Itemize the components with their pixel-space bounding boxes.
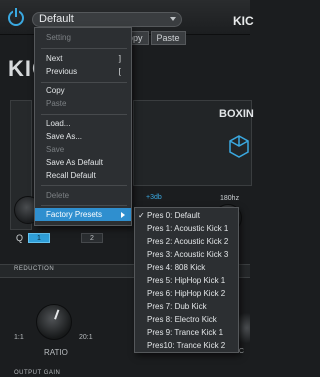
preset-selector[interactable]: Default: [32, 12, 182, 27]
menu-item-label: Setting: [46, 33, 71, 42]
preset-item-label: Pres 1: Acoustic Kick 1: [147, 224, 229, 233]
preset-item-3[interactable]: Pres 3: Acoustic Kick 3: [135, 248, 238, 261]
menu-divider: [41, 114, 127, 115]
menu-item-shortcut: [: [118, 67, 121, 76]
preset-item-5[interactable]: Pres 5: HipHop Kick 1: [135, 274, 238, 287]
preset-item-label: Pres 8: Electro Kick: [147, 315, 217, 324]
menu-item-label: Delete: [46, 191, 70, 200]
ratio-label: RATIO: [44, 348, 68, 357]
cube-icon: [229, 135, 249, 158]
preset-item-label: Pres10: Trance Kick 2: [147, 341, 226, 350]
output-gain-label: OUTPUT GAIN: [14, 370, 61, 376]
ratio-knob[interactable]: [36, 304, 72, 340]
preset-item-9[interactable]: Pres 9: Trance Kick 1: [135, 326, 238, 339]
menu-item-label: Save As...: [46, 132, 83, 141]
preset-item-10[interactable]: Pres10: Trance Kick 2: [135, 339, 238, 352]
checkmark-icon: ✓: [138, 211, 145, 220]
menu-item-label: Recall Default: [46, 171, 96, 180]
menu-item-copy[interactable]: Copy: [35, 84, 131, 97]
preset-item-2[interactable]: Pres 2: Acoustic Kick 2: [135, 235, 238, 248]
menu-item-label: Factory Presets: [46, 210, 103, 219]
menu-item-delete: Delete: [35, 189, 131, 202]
menu-divider: [41, 82, 127, 83]
paste-button[interactable]: Paste: [150, 31, 186, 45]
frequency-label: 180hz: [220, 195, 240, 202]
menu-item-label: Load...: [46, 119, 71, 128]
factory-presets-submenu: ✓ Pres 0: Default Pres 1: Acoustic Kick …: [134, 207, 239, 353]
preset-menu: Setting Next ] Previous [ Copy Paste Loa…: [34, 27, 132, 226]
preset-item-label: Pres 6: HipHop Kick 2: [147, 289, 226, 298]
boxing-label: BOXIN: [219, 108, 254, 120]
ratio-min-label: 1:1: [14, 334, 24, 341]
preset-item-6[interactable]: Pres 6: HipHop Kick 2: [135, 287, 238, 300]
menu-item-label: Paste: [46, 99, 67, 108]
chevron-down-icon: [170, 17, 176, 21]
preset-item-label: Pres 9: Trance Kick 1: [147, 328, 224, 337]
menu-item-factory-presets[interactable]: Factory Presets: [35, 208, 131, 221]
preset-item-label: Pres 5: HipHop Kick 1: [147, 276, 226, 285]
menu-item-next[interactable]: Next ]: [35, 52, 131, 65]
ratio-max-label: 20:1: [79, 334, 93, 341]
preset-item-label: Pres 4: 808 Kick: [147, 263, 206, 272]
menu-divider: [41, 185, 127, 186]
preset-item-7[interactable]: Pres 7: Dub Kick: [135, 300, 238, 313]
preset-item-label: Pres 7: Dub Kick: [147, 302, 207, 311]
menu-divider: [41, 48, 127, 49]
preset-item-8[interactable]: Pres 8: Electro Kick: [135, 313, 238, 326]
preset-item-label: Pres 2: Acoustic Kick 2: [147, 237, 229, 246]
menu-item-paste: Paste: [35, 97, 131, 110]
q-button-1[interactable]: 1: [28, 233, 50, 243]
gain-db-label: +3db: [146, 194, 162, 201]
menu-item-shortcut: ]: [118, 54, 121, 63]
chevron-right-icon: [121, 212, 125, 218]
power-icon[interactable]: [8, 8, 24, 26]
menu-item-load[interactable]: Load...: [35, 117, 131, 130]
menu-item-previous[interactable]: Previous [: [35, 65, 131, 78]
menu-item-setting: Setting: [35, 31, 131, 44]
menu-item-label: Next: [46, 54, 63, 63]
menu-item-save-as[interactable]: Save As...: [35, 130, 131, 143]
menu-item-label: Save: [46, 145, 65, 154]
brand-logo: KIC: [233, 14, 254, 28]
preset-item-0[interactable]: ✓ Pres 0: Default: [135, 209, 238, 222]
menu-item-save-as-default[interactable]: Save As Default: [35, 156, 131, 169]
menu-item-recall-default[interactable]: Recall Default: [35, 169, 131, 182]
preset-item-1[interactable]: Pres 1: Acoustic Kick 1: [135, 222, 238, 235]
menu-item-label: Previous: [46, 67, 78, 76]
reduction-label: REDUCTION: [14, 266, 55, 272]
q-button-2[interactable]: 2: [81, 233, 103, 243]
preset-name: Default: [39, 13, 74, 25]
q-label: Q: [16, 233, 24, 243]
preset-item-4[interactable]: Pres 4: 808 Kick: [135, 261, 238, 274]
menu-item-save: Save: [35, 143, 131, 156]
menu-divider: [41, 205, 127, 206]
menu-item-label: Save As Default: [46, 158, 103, 167]
menu-item-label: Copy: [46, 86, 65, 95]
preset-item-label: Pres 3: Acoustic Kick 3: [147, 250, 229, 259]
preset-item-label: Pres 0: Default: [147, 211, 200, 220]
